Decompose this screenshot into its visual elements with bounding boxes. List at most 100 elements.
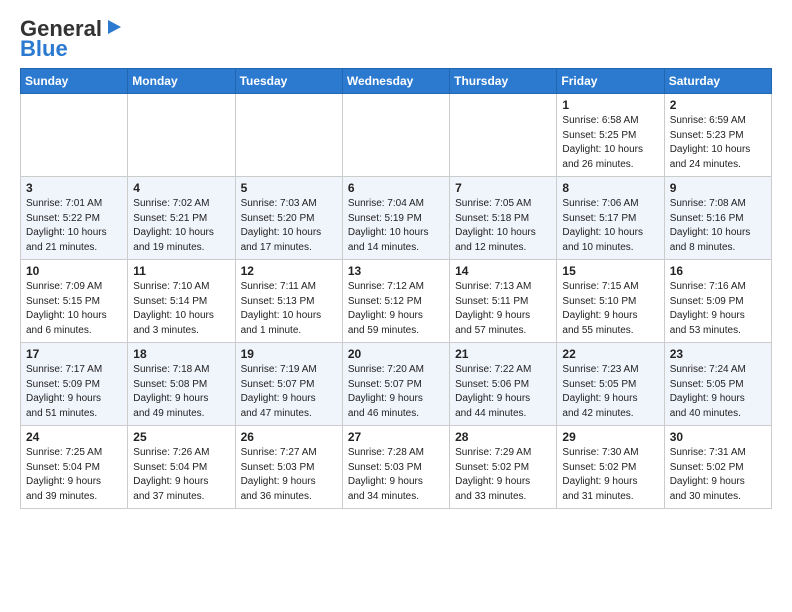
calendar-cell: 9 Sunrise: 7:08 AM Sunset: 5:16 PM Daylig… — [664, 177, 771, 260]
day-number: 27 — [348, 430, 444, 444]
day-info: Sunrise: 7:15 AM Sunset: 5:10 PM Dayligh… — [562, 280, 658, 338]
day-info: Sunrise: 7:25 AM Sunset: 5:04 PM Dayligh… — [26, 446, 122, 504]
calendar-cell: 27 Sunrise: 7:28 AM Sunset: 5:03 PM Dayli… — [342, 426, 449, 509]
day-number: 2 — [670, 98, 766, 112]
calendar-week-row: 17 Sunrise: 7:17 AM Sunset: 5:09 PM Dayli… — [21, 343, 772, 426]
calendar-cell: 16 Sunrise: 7:16 AM Sunset: 5:09 PM Dayli… — [664, 260, 771, 343]
day-number: 26 — [241, 430, 337, 444]
day-info: Sunrise: 7:22 AM Sunset: 5:06 PM Dayligh… — [455, 363, 551, 421]
day-number: 11 — [133, 264, 229, 278]
day-info: Sunrise: 7:20 AM Sunset: 5:07 PM Dayligh… — [348, 363, 444, 421]
day-info: Sunrise: 7:28 AM Sunset: 5:03 PM Dayligh… — [348, 446, 444, 504]
calendar-cell: 4 Sunrise: 7:02 AM Sunset: 5:21 PM Daylig… — [128, 177, 235, 260]
day-number: 6 — [348, 181, 444, 195]
weekday-header-friday: Friday — [557, 69, 664, 94]
day-number: 9 — [670, 181, 766, 195]
day-info: Sunrise: 7:17 AM Sunset: 5:09 PM Dayligh… — [26, 363, 122, 421]
calendar-cell: 1 Sunrise: 6:58 AM Sunset: 5:25 PM Daylig… — [557, 94, 664, 177]
day-info: Sunrise: 7:24 AM Sunset: 5:05 PM Dayligh… — [670, 363, 766, 421]
calendar-table: SundayMondayTuesdayWednesdayThursdayFrid… — [20, 68, 772, 509]
calendar-cell: 3 Sunrise: 7:01 AM Sunset: 5:22 PM Daylig… — [21, 177, 128, 260]
calendar-cell: 22 Sunrise: 7:23 AM Sunset: 5:05 PM Dayli… — [557, 343, 664, 426]
day-info: Sunrise: 7:09 AM Sunset: 5:15 PM Dayligh… — [26, 280, 122, 338]
calendar-cell — [342, 94, 449, 177]
day-number: 5 — [241, 181, 337, 195]
weekday-header-thursday: Thursday — [450, 69, 557, 94]
calendar-cell: 2 Sunrise: 6:59 AM Sunset: 5:23 PM Daylig… — [664, 94, 771, 177]
calendar-cell: 6Sunrise: 7:04 AM Sunset: 5:19 PM Daylig… — [342, 177, 449, 260]
calendar-cell: 28 Sunrise: 7:29 AM Sunset: 5:02 PM Dayli… — [450, 426, 557, 509]
day-number: 1 — [562, 98, 658, 112]
calendar-cell: 5Sunrise: 7:03 AM Sunset: 5:20 PM Daylig… — [235, 177, 342, 260]
calendar-cell: 17 Sunrise: 7:17 AM Sunset: 5:09 PM Dayli… — [21, 343, 128, 426]
weekday-header-wednesday: Wednesday — [342, 69, 449, 94]
day-number: 19 — [241, 347, 337, 361]
day-info: Sunrise: 7:26 AM Sunset: 5:04 PM Dayligh… — [133, 446, 229, 504]
calendar-cell: 20 Sunrise: 7:20 AM Sunset: 5:07 PM Dayli… — [342, 343, 449, 426]
calendar-cell: 29 Sunrise: 7:30 AM Sunset: 5:02 PM Dayli… — [557, 426, 664, 509]
day-info: Sunrise: 7:10 AM Sunset: 5:14 PM Dayligh… — [133, 280, 229, 338]
calendar-cell: 21 Sunrise: 7:22 AM Sunset: 5:06 PM Dayli… — [450, 343, 557, 426]
day-info: Sunrise: 7:30 AM Sunset: 5:02 PM Dayligh… — [562, 446, 658, 504]
day-info: Sunrise: 6:59 AM Sunset: 5:23 PM Dayligh… — [670, 114, 766, 172]
day-number: 21 — [455, 347, 551, 361]
calendar-cell: 23 Sunrise: 7:24 AM Sunset: 5:05 PM Dayli… — [664, 343, 771, 426]
logo: General Blue — [20, 16, 123, 60]
day-info: Sunrise: 7:01 AM Sunset: 5:22 PM Dayligh… — [26, 197, 122, 255]
calendar-cell — [235, 94, 342, 177]
day-number: 24 — [26, 430, 122, 444]
day-number: 18 — [133, 347, 229, 361]
day-info: Sunrise: 7:05 AM Sunset: 5:18 PM Dayligh… — [455, 197, 551, 255]
calendar-cell: 26 Sunrise: 7:27 AM Sunset: 5:03 PM Dayli… — [235, 426, 342, 509]
day-info: Sunrise: 7:23 AM Sunset: 5:05 PM Dayligh… — [562, 363, 658, 421]
day-number: 12 — [241, 264, 337, 278]
logo-flag-icon — [105, 18, 123, 41]
day-info: Sunrise: 7:29 AM Sunset: 5:02 PM Dayligh… — [455, 446, 551, 504]
page: General Blue SundayMondayTuesdayWednesda… — [0, 0, 792, 612]
header: General Blue — [20, 16, 772, 60]
weekday-header-saturday: Saturday — [664, 69, 771, 94]
day-number: 23 — [670, 347, 766, 361]
calendar-week-row: 24 Sunrise: 7:25 AM Sunset: 5:04 PM Dayli… — [21, 426, 772, 509]
day-info: Sunrise: 7:12 AM Sunset: 5:12 PM Dayligh… — [348, 280, 444, 338]
day-info: Sunrise: 7:27 AM Sunset: 5:03 PM Dayligh… — [241, 446, 337, 504]
day-number: 7 — [455, 181, 551, 195]
day-info: Sunrise: 7:02 AM Sunset: 5:21 PM Dayligh… — [133, 197, 229, 255]
calendar-cell: 11 Sunrise: 7:10 AM Sunset: 5:14 PM Dayli… — [128, 260, 235, 343]
calendar-cell: 18 Sunrise: 7:18 AM Sunset: 5:08 PM Dayli… — [128, 343, 235, 426]
day-number: 28 — [455, 430, 551, 444]
day-info: Sunrise: 7:16 AM Sunset: 5:09 PM Dayligh… — [670, 280, 766, 338]
calendar-cell: 14Sunrise: 7:13 AM Sunset: 5:11 PM Dayli… — [450, 260, 557, 343]
day-number: 22 — [562, 347, 658, 361]
calendar-cell: 25Sunrise: 7:26 AM Sunset: 5:04 PM Dayli… — [128, 426, 235, 509]
day-number: 15 — [562, 264, 658, 278]
calendar-week-row: 1 Sunrise: 6:58 AM Sunset: 5:25 PM Daylig… — [21, 94, 772, 177]
day-info: Sunrise: 7:19 AM Sunset: 5:07 PM Dayligh… — [241, 363, 337, 421]
calendar-cell: 8Sunrise: 7:06 AM Sunset: 5:17 PM Daylig… — [557, 177, 664, 260]
weekday-header-tuesday: Tuesday — [235, 69, 342, 94]
day-number: 29 — [562, 430, 658, 444]
day-number: 20 — [348, 347, 444, 361]
day-number: 8 — [562, 181, 658, 195]
day-info: Sunrise: 7:31 AM Sunset: 5:02 PM Dayligh… — [670, 446, 766, 504]
calendar-cell: 30 Sunrise: 7:31 AM Sunset: 5:02 PM Dayli… — [664, 426, 771, 509]
day-number: 13 — [348, 264, 444, 278]
day-number: 17 — [26, 347, 122, 361]
weekday-header-monday: Monday — [128, 69, 235, 94]
calendar-cell — [450, 94, 557, 177]
day-number: 3 — [26, 181, 122, 195]
day-info: Sunrise: 7:08 AM Sunset: 5:16 PM Dayligh… — [670, 197, 766, 255]
day-info: Sunrise: 7:18 AM Sunset: 5:08 PM Dayligh… — [133, 363, 229, 421]
calendar-cell: 13 Sunrise: 7:12 AM Sunset: 5:12 PM Dayli… — [342, 260, 449, 343]
calendar-cell — [21, 94, 128, 177]
day-number: 4 — [133, 181, 229, 195]
day-number: 16 — [670, 264, 766, 278]
calendar-header-row: SundayMondayTuesdayWednesdayThursdayFrid… — [21, 69, 772, 94]
calendar-week-row: 10Sunrise: 7:09 AM Sunset: 5:15 PM Dayli… — [21, 260, 772, 343]
day-info: Sunrise: 6:58 AM Sunset: 5:25 PM Dayligh… — [562, 114, 658, 172]
calendar-cell — [128, 94, 235, 177]
weekday-header-sunday: Sunday — [21, 69, 128, 94]
calendar-cell: 10Sunrise: 7:09 AM Sunset: 5:15 PM Dayli… — [21, 260, 128, 343]
day-number: 30 — [670, 430, 766, 444]
calendar-week-row: 3 Sunrise: 7:01 AM Sunset: 5:22 PM Daylig… — [21, 177, 772, 260]
